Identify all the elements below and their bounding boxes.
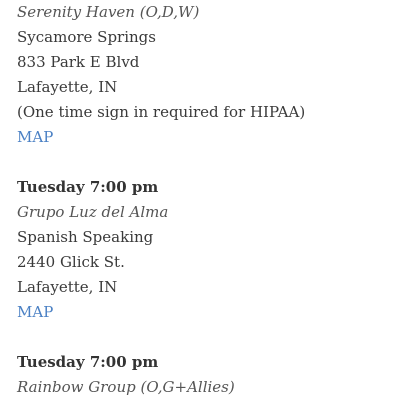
city-state: Lafayette, IN bbox=[17, 278, 118, 296]
meeting-language: Spanish Speaking bbox=[17, 228, 154, 246]
meeting-entry: Tuesday 7:00 pm Grupo Luz del Alma Spani… bbox=[17, 175, 168, 325]
meeting-day-time: Tuesday 7:00 pm bbox=[17, 178, 159, 196]
map-link[interactable]: MAP bbox=[17, 300, 53, 325]
meeting-entry: Serenity Haven (O,D,W) Sycamore Springs … bbox=[17, 0, 305, 150]
meeting-list: Serenity Haven (O,D,W) Sycamore Springs … bbox=[0, 0, 408, 400]
meeting-entry: Tuesday 7:00 pm Rainbow Group (O,G+Allie… bbox=[17, 350, 235, 400]
map-link[interactable]: MAP bbox=[17, 125, 53, 150]
group-name: Serenity Haven (O,D,W) bbox=[17, 3, 200, 21]
street-address: 2440 Glick St. bbox=[17, 253, 125, 271]
meeting-note: (One time sign in required for HIPAA) bbox=[17, 103, 306, 121]
location-name: Sycamore Springs bbox=[17, 28, 156, 46]
street-address: 833 Park E Blvd bbox=[17, 53, 140, 71]
group-name: Grupo Luz del Alma bbox=[17, 203, 169, 221]
city-state: Lafayette, IN bbox=[17, 78, 118, 96]
meeting-day-time: Tuesday 7:00 pm bbox=[17, 353, 159, 371]
group-name: Rainbow Group (O,G+Allies) bbox=[17, 378, 235, 396]
